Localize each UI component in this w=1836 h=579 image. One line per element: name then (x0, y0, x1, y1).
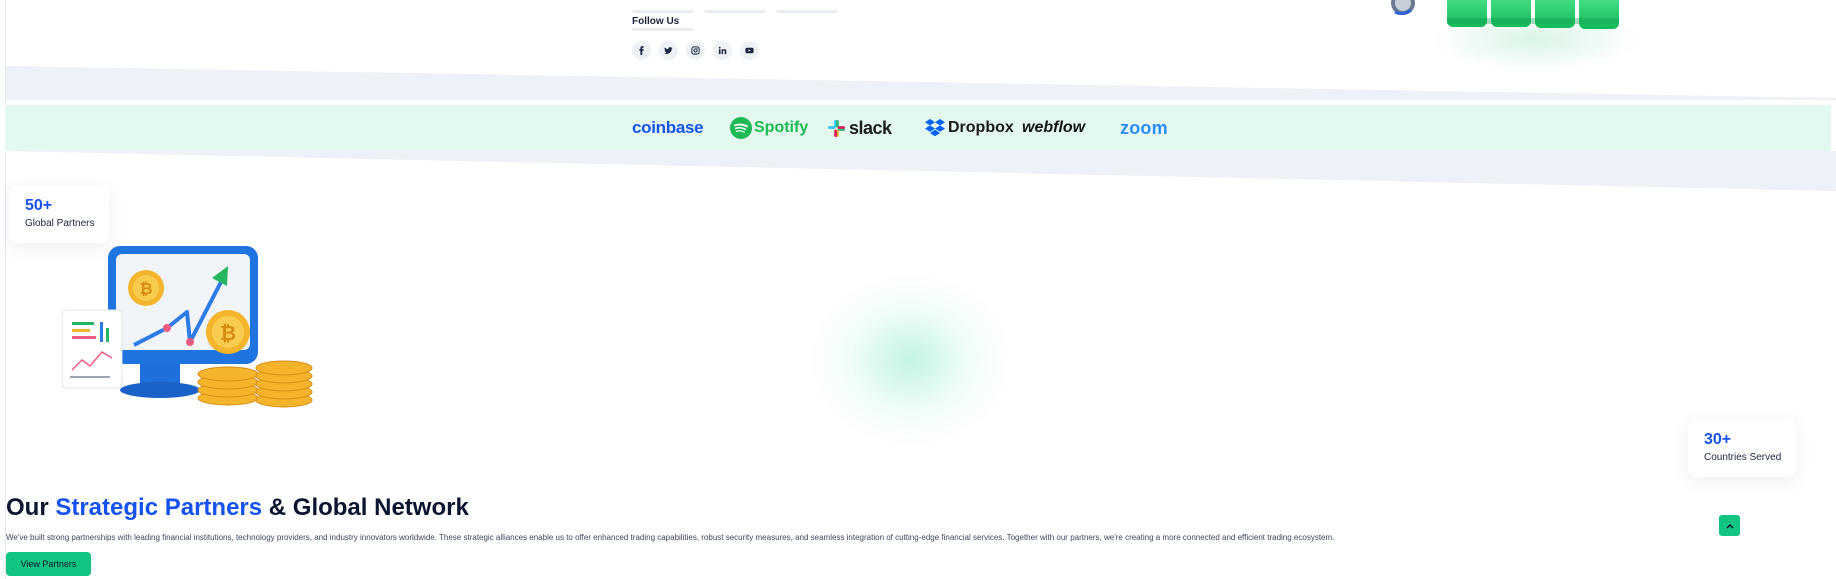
stat-value: 50+ (25, 197, 53, 214)
facebook-icon[interactable] (632, 41, 651, 60)
section-title: Our Strategic Partners & Global Network (6, 494, 469, 522)
spotify-icon (730, 117, 752, 139)
svg-text:₿: ₿ (139, 279, 152, 298)
stat-card-countries-served: 30+ Countries Served (1688, 419, 1796, 477)
stat-label: Global Partners (25, 218, 95, 229)
coinbase-logo: coinbase (632, 118, 704, 137)
partner-logos: coinbase Spotify slack Dropbox webflow z… (632, 112, 1172, 144)
slanted-divider-bottom (6, 151, 1836, 191)
view-partners-button[interactable]: View Partners (6, 552, 91, 576)
dropbox-icon (925, 119, 945, 137)
section-title-part1: Our (6, 494, 56, 521)
zoom-logo: zoom (1120, 117, 1168, 138)
svg-text:₿: ₿ (220, 321, 236, 345)
youtube-icon[interactable] (740, 41, 759, 60)
footer-link-pills (632, 0, 912, 31)
webflow-logo: webflow (1022, 119, 1086, 136)
section-description: We've built strong partnerships with lea… (6, 533, 1335, 542)
slanted-divider-top (6, 66, 1836, 100)
hero-chart-illustration (1391, 0, 1640, 70)
stat-card-global-partners: 50+ Global Partners (9, 185, 109, 243)
instagram-icon[interactable] (686, 41, 705, 60)
twitter-icon[interactable] (659, 41, 678, 60)
follow-us-heading: Follow Us (632, 16, 680, 27)
scroll-to-top-button[interactable] (1719, 515, 1740, 536)
section-title-part2: & Global Network (262, 494, 469, 521)
slack-icon (828, 119, 845, 137)
social-links (632, 41, 759, 60)
section-title-highlight: Strategic Partners (55, 494, 263, 521)
stat-label: Countries Served (1704, 452, 1782, 463)
linkedin-icon[interactable] (713, 41, 732, 60)
decorative-glow (805, 270, 1015, 450)
stat-value: 30+ (1704, 431, 1732, 448)
trading-monitor-illustration: ₿ ₿ (62, 246, 313, 408)
chevron-up-icon (1726, 523, 1733, 528)
dropbox-logo: Dropbox (925, 112, 1014, 144)
slack-logo: slack (828, 112, 892, 144)
spotify-logo: Spotify (730, 112, 808, 144)
